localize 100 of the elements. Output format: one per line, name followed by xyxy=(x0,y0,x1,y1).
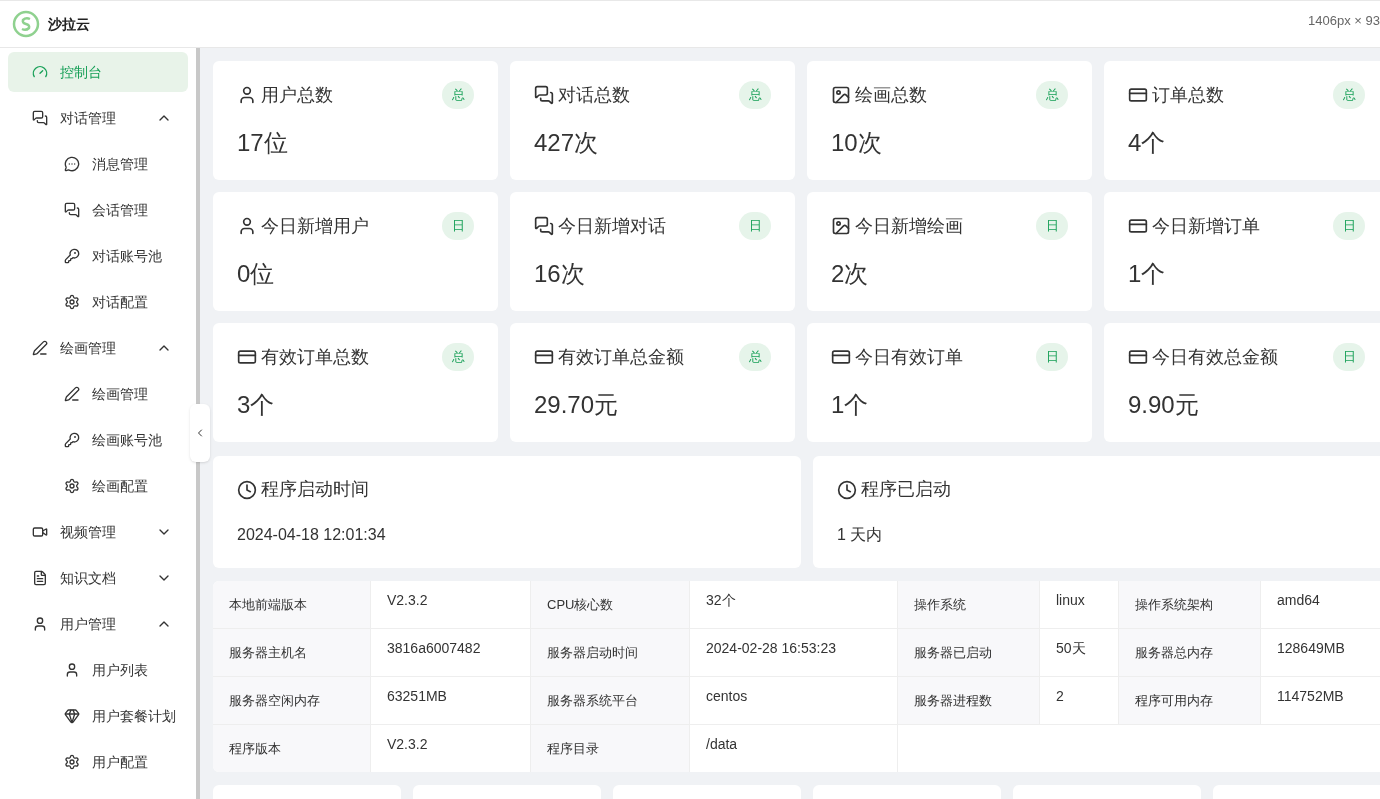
sidebar-item[interactable]: 绘画配置 xyxy=(8,466,188,506)
info-label: 本地前端版本 xyxy=(213,581,371,628)
sidebar-item[interactable]: 用户套餐计划 xyxy=(8,696,188,736)
time-title: 程序已启动 xyxy=(861,478,951,501)
stat-value: 427次 xyxy=(534,128,600,158)
info-label: 程序可用内存 xyxy=(1119,677,1261,724)
stat-title: 今日新增绘画 xyxy=(855,214,964,238)
period-badge: 总 xyxy=(1333,81,1365,109)
sidebar-label: 会话管理 xyxy=(92,200,149,220)
sidebar-label: 对话配置 xyxy=(92,292,149,312)
settings-icon xyxy=(64,478,80,494)
sidebar-item[interactable]: 会话管理 xyxy=(8,190,188,230)
card-icon xyxy=(1128,347,1148,367)
period-badge: 总 xyxy=(442,343,474,371)
sidebar-item[interactable]: 用户管理 xyxy=(8,604,188,644)
image-icon xyxy=(831,216,851,236)
period-badge: 总 xyxy=(739,343,771,371)
overlay-text: 1406px × 93 xyxy=(1308,12,1380,30)
info-value: 128649MB xyxy=(1261,629,1380,676)
user-icon xyxy=(32,616,48,632)
pen-icon xyxy=(64,386,80,402)
chat-bubbles-icon xyxy=(32,110,48,126)
stat-title: 对话总数 xyxy=(558,83,631,107)
stat-value: 1个 xyxy=(1128,259,1167,289)
stat-value: 1个 xyxy=(831,390,870,420)
brand-name: 沙拉云 xyxy=(48,14,90,34)
chat-bubbles-icon xyxy=(534,85,554,105)
stat-title: 有效订单总金额 xyxy=(558,345,685,369)
stat-value: 29.70元 xyxy=(534,390,620,420)
settings-icon xyxy=(64,294,80,310)
info-label: 服务器主机名 xyxy=(213,629,371,676)
user-icon xyxy=(237,216,257,236)
time-title: 程序启动时间 xyxy=(261,478,369,501)
sidebar-label: 对话账号池 xyxy=(92,246,163,266)
info-label: 操作系统 xyxy=(898,581,1040,628)
collapse-button[interactable] xyxy=(190,404,210,462)
sidebar-label: 用户管理 xyxy=(60,614,117,634)
logo-icon xyxy=(12,10,40,38)
sidebar-item[interactable]: 视频管理 xyxy=(8,512,188,552)
info-label: 服务器系统平台 xyxy=(531,677,690,724)
key-icon xyxy=(64,248,80,264)
info-value: amd64 xyxy=(1261,581,1380,628)
sidebar-label: 用户列表 xyxy=(92,660,149,680)
sidebar-item[interactable]: 绘画管理 xyxy=(8,328,188,368)
pen-icon xyxy=(32,340,48,356)
key-icon xyxy=(64,432,80,448)
time-value: 2024-04-18 12:01:34 xyxy=(237,525,387,545)
card-icon xyxy=(831,347,851,367)
sidebar-label: 控制台 xyxy=(60,62,103,82)
sidebar-label: 视频管理 xyxy=(60,522,117,542)
info-label: 操作系统架构 xyxy=(1119,581,1261,628)
stat-title: 有效订单总数 xyxy=(261,345,370,369)
period-badge: 日 xyxy=(1333,343,1365,371)
stat-value: 4个 xyxy=(1128,128,1167,158)
user-icon xyxy=(237,85,257,105)
period-badge: 日 xyxy=(739,212,771,240)
sidebar-label: 用户套餐计划 xyxy=(92,706,176,726)
sidebar-item[interactable]: 绘画管理 xyxy=(8,374,188,414)
info-label: 程序版本 xyxy=(213,725,371,772)
sidebar-item[interactable]: 对话管理 xyxy=(8,98,188,138)
sidebar-item[interactable]: 对话账号池 xyxy=(8,236,188,276)
card-icon xyxy=(1128,216,1148,236)
stat-value: 2次 xyxy=(831,259,870,289)
stat-value: 0位 xyxy=(237,259,276,289)
period-badge: 总 xyxy=(442,81,474,109)
user-icon xyxy=(64,662,80,678)
sidebar-label: 对话管理 xyxy=(60,108,117,128)
diamond-icon xyxy=(64,708,80,724)
time-value: 1 天内 xyxy=(837,525,884,545)
sidebar-label: 绘画账号池 xyxy=(92,430,163,450)
clock-icon xyxy=(237,479,257,500)
sidebar-item[interactable]: 绘画账号池 xyxy=(8,420,188,460)
card-icon xyxy=(237,347,257,367)
card-icon xyxy=(1128,85,1148,105)
info-label: CPU核心数 xyxy=(531,581,690,628)
sidebar-label: 绘画管理 xyxy=(92,384,149,404)
info-label: 服务器总内存 xyxy=(1119,629,1261,676)
stat-title: 今日新增用户 xyxy=(261,214,370,238)
chat-bubbles-icon xyxy=(534,216,554,236)
info-label: 服务器启动时间 xyxy=(531,629,690,676)
info-label: 服务器进程数 xyxy=(898,677,1040,724)
stat-value: 17位 xyxy=(237,128,289,158)
sidebar-item[interactable]: 消息管理 xyxy=(8,144,188,184)
stat-value: 3个 xyxy=(237,390,276,420)
clock-icon xyxy=(837,479,857,500)
period-badge: 日 xyxy=(1333,212,1365,240)
period-badge: 总 xyxy=(1036,81,1068,109)
sidebar-item[interactable]: 用户列表 xyxy=(8,650,188,690)
sidebar-label: 知识文档 xyxy=(60,568,117,588)
sidebar-item[interactable]: 知识文档 xyxy=(8,558,188,598)
stat-title: 今日新增对话 xyxy=(558,214,667,238)
stat-title: 绘画总数 xyxy=(855,83,928,107)
video-camera-icon xyxy=(32,524,48,540)
chat-bubble-icon xyxy=(64,156,80,172)
sidebar-item[interactable]: 对话配置 xyxy=(8,282,188,322)
gauge-icon xyxy=(32,64,48,80)
stat-value: 16次 xyxy=(534,259,586,289)
sidebar-item[interactable]: 用户配置 xyxy=(8,742,188,782)
sidebar-label: 绘画配置 xyxy=(92,476,149,496)
sidebar-label: 绘画管理 xyxy=(60,338,117,358)
